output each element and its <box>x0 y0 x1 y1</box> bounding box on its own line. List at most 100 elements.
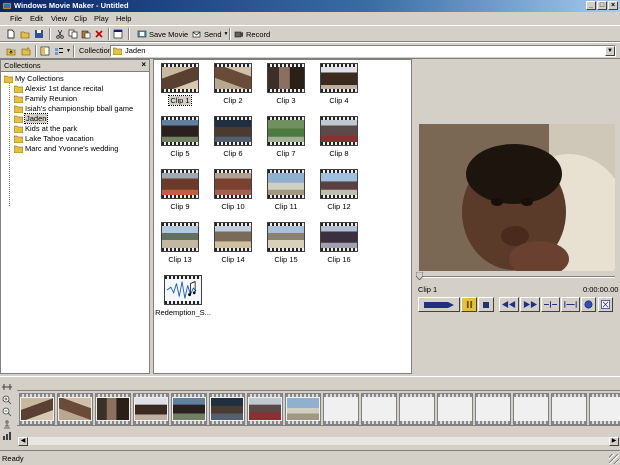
menu-view[interactable]: View <box>51 14 67 23</box>
storyboard-frame[interactable] <box>57 393 93 425</box>
collection-dropdown[interactable]: Jaden ▼ <box>110 45 616 57</box>
seek-bar[interactable] <box>419 276 615 278</box>
clip-tile[interactable]: Clip 11 <box>260 169 312 211</box>
camera-icon <box>584 300 593 309</box>
clip-tile[interactable]: Clip 4 <box>313 63 365 105</box>
delete-button[interactable] <box>94 28 104 40</box>
collection-item[interactable]: Isiah's championship bball game <box>14 104 133 113</box>
collection-item[interactable]: Marc and Yvonne's wedding <box>14 144 118 153</box>
storyboard-scrollbar[interactable]: ◀ ▶ <box>17 436 620 446</box>
clip-tile[interactable]: Clip 7 <box>260 116 312 158</box>
full-screen-button[interactable] <box>561 297 580 312</box>
pause-button[interactable] <box>461 297 477 312</box>
save-project-button[interactable] <box>34 28 44 40</box>
audio-clip-tile[interactable]: Redemption_S... <box>154 275 212 317</box>
storyboard-frame-empty[interactable] <box>361 393 397 425</box>
play-button[interactable] <box>418 297 460 312</box>
clip-tile[interactable]: Clip 9 <box>154 169 206 211</box>
clip-tile[interactable]: Clip 13 <box>154 222 206 264</box>
collections-pane-icon <box>40 46 50 56</box>
record-button[interactable]: Record <box>234 28 270 40</box>
storyboard-frame-empty[interactable] <box>399 393 435 425</box>
collection-item[interactable]: Alexis' 1st dance recital <box>14 84 103 93</box>
timeline-toggle-icon[interactable] <box>2 382 12 392</box>
next-frame-icon <box>523 301 537 308</box>
clip-tile[interactable]: Clip 16 <box>313 222 365 264</box>
collection-item[interactable]: Kids at the park <box>14 124 77 133</box>
up-one-level-button[interactable] <box>6 45 16 57</box>
seek-slider-icon[interactable] <box>416 272 423 280</box>
folder-icon <box>14 145 23 153</box>
clip-tile[interactable]: Clip 6 <box>207 116 259 158</box>
save-movie-button[interactable]: Save Movie <box>137 28 188 40</box>
zoom-out-icon[interactable] <box>2 407 12 417</box>
close-button[interactable]: × <box>608 1 618 10</box>
paste-button[interactable] <box>81 28 91 40</box>
set-audio-levels-icon[interactable] <box>2 431 12 441</box>
send-button[interactable]: Send ▼ <box>192 28 228 40</box>
new-folder-icon <box>21 47 31 56</box>
new-collection-button[interactable] <box>21 45 31 57</box>
tree-root-my-collections[interactable]: My Collections <box>4 74 64 83</box>
storyboard-frame-empty[interactable] <box>437 393 473 425</box>
record-narration-icon[interactable] <box>2 419 12 429</box>
scroll-left-icon[interactable]: ◀ <box>18 437 28 446</box>
properties-button[interactable] <box>113 28 123 40</box>
close-pane-icon[interactable]: × <box>141 60 146 69</box>
storyboard-frame[interactable] <box>171 393 207 425</box>
clip-tile[interactable]: Clip 8 <box>313 116 365 158</box>
stop-button[interactable] <box>478 297 494 312</box>
collection-item[interactable]: Family Reunion <box>14 94 77 103</box>
storyboard-frame-empty[interactable] <box>513 393 549 425</box>
dropdown-arrow-icon[interactable]: ▼ <box>605 46 615 56</box>
chevron-down-icon: ▼ <box>66 48 71 54</box>
cut-button[interactable] <box>55 28 65 40</box>
menu-help[interactable]: Help <box>116 14 131 23</box>
properties-icon <box>113 29 123 39</box>
collection-item[interactable]: Lake Tahoe vacation <box>14 134 94 143</box>
previous-frame-button[interactable] <box>499 297 519 312</box>
copy-button[interactable] <box>68 28 78 40</box>
clip-tile[interactable]: Clip 5 <box>154 116 206 158</box>
expand-icon <box>601 300 610 309</box>
tree-root-label: My Collections <box>15 74 64 83</box>
next-frame-button[interactable] <box>520 297 540 312</box>
storyboard-frame[interactable] <box>247 393 283 425</box>
storyboard-frame[interactable] <box>285 393 321 425</box>
storyboard-frame[interactable] <box>19 393 55 425</box>
menu-edit[interactable]: Edit <box>30 14 43 23</box>
minimize-button[interactable]: _ <box>586 1 596 10</box>
take-picture-button[interactable] <box>581 297 596 312</box>
scroll-right-icon[interactable]: ▶ <box>609 437 619 446</box>
expand-monitor-button[interactable] <box>598 297 613 312</box>
toolbar-separator <box>73 45 75 57</box>
collection-item-selected[interactable]: Jaden <box>14 113 49 124</box>
resize-grip-icon[interactable] <box>609 454 619 464</box>
storyboard-frame[interactable] <box>95 393 131 425</box>
menu-file[interactable]: File <box>10 14 22 23</box>
clip-tile[interactable]: Clip 3 <box>260 63 312 105</box>
storyboard-frame-empty[interactable] <box>589 393 620 425</box>
clip-tile[interactable]: Clip 10 <box>207 169 259 211</box>
menu-play[interactable]: Play <box>94 14 109 23</box>
collection-dropdown-value: Jaden <box>125 46 146 55</box>
zoom-in-icon[interactable] <box>2 395 12 405</box>
maximize-button[interactable]: □ <box>597 1 607 10</box>
storyboard-frame-empty[interactable] <box>551 393 587 425</box>
storyboard-frame[interactable] <box>209 393 245 425</box>
new-project-button[interactable] <box>6 28 16 40</box>
storyboard-frame[interactable] <box>133 393 169 425</box>
menu-clip[interactable]: Clip <box>74 14 87 23</box>
collections-toggle-button[interactable] <box>40 45 50 57</box>
split-clip-button[interactable] <box>541 297 560 312</box>
open-project-button[interactable] <box>20 28 30 40</box>
storyboard-frame-empty[interactable] <box>475 393 511 425</box>
clip-tile[interactable]: Clip 2 <box>207 63 259 105</box>
storyboard-frame-empty[interactable] <box>323 393 359 425</box>
storyboard-strip[interactable] <box>17 390 620 426</box>
clip-tile[interactable]: Clip 1 <box>154 63 206 106</box>
clip-tile[interactable]: Clip 12 <box>313 169 365 211</box>
clip-tile[interactable]: Clip 15 <box>260 222 312 264</box>
clip-tile[interactable]: Clip 14 <box>207 222 259 264</box>
views-button[interactable]: ▼ <box>54 45 71 57</box>
